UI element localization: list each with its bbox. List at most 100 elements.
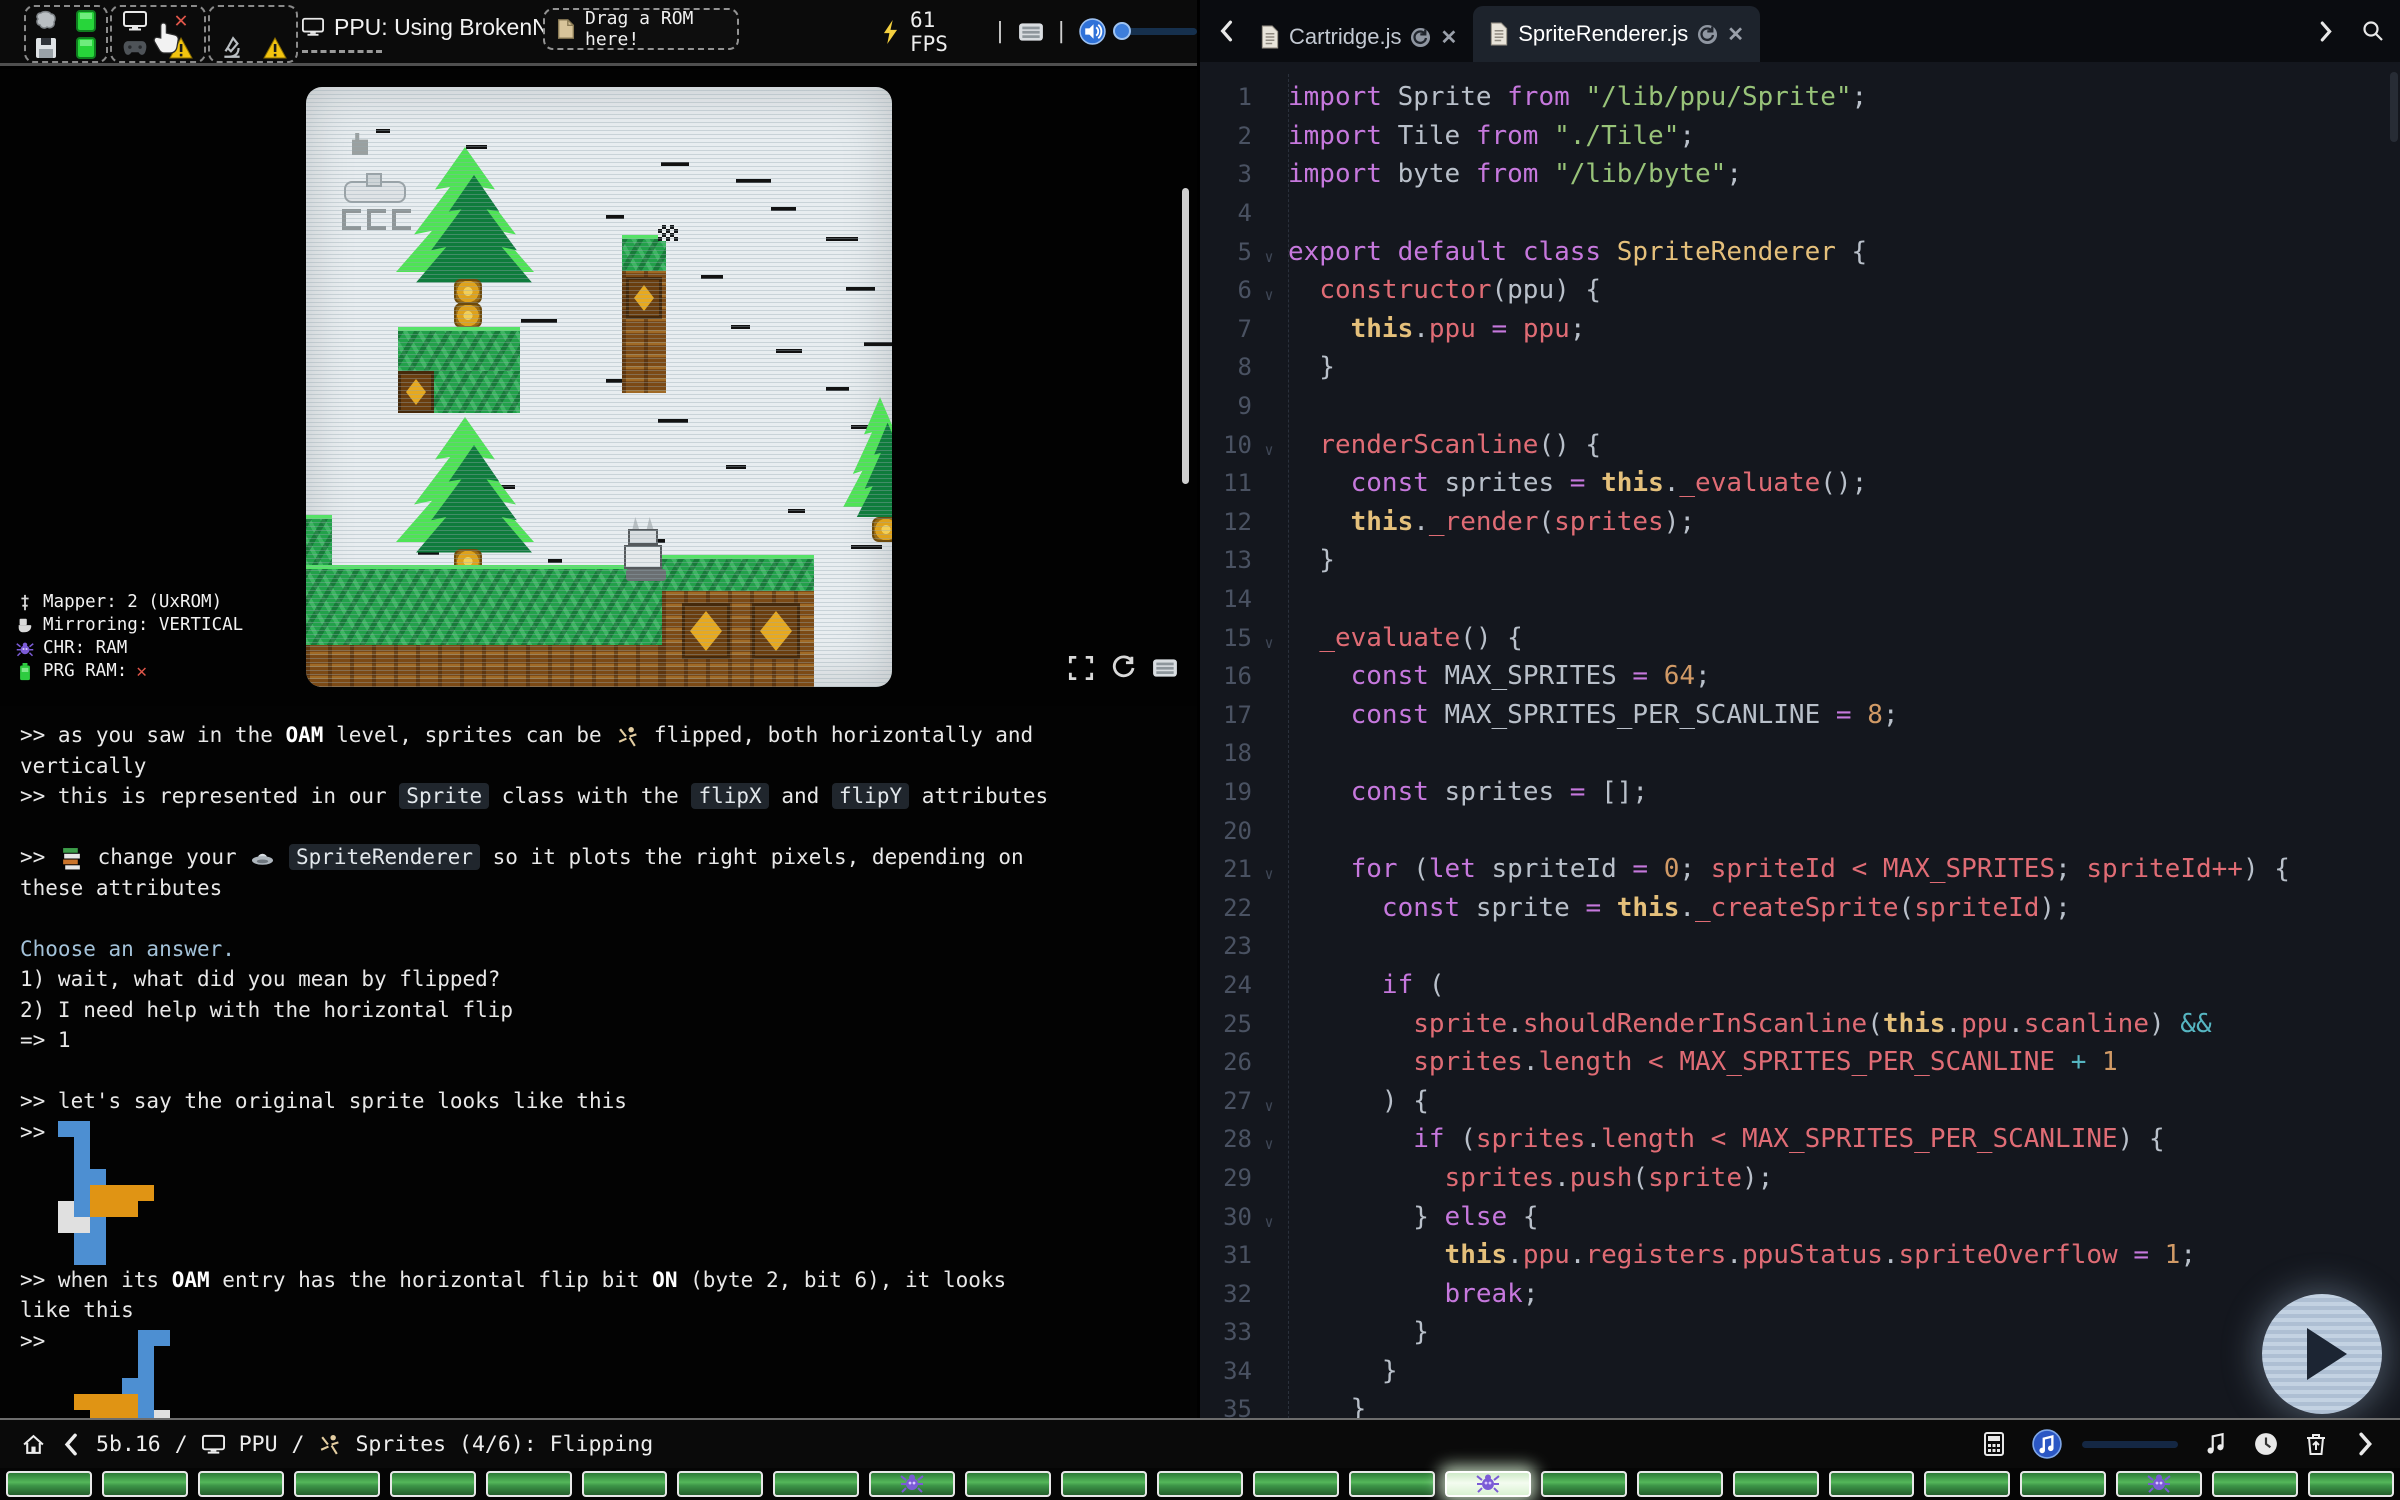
editor-tab-cartridge-js[interactable]: Cartridge.js✕	[1244, 12, 1473, 62]
flip-icon	[318, 1433, 341, 1456]
microscope-icon[interactable]	[220, 36, 244, 60]
progress-segment[interactable]	[1733, 1471, 1819, 1497]
progress-segment[interactable]	[1157, 1471, 1243, 1497]
history-button[interactable]	[2254, 1432, 2278, 1456]
code-line: 23	[1200, 927, 2400, 966]
file-icon	[1260, 25, 1280, 49]
progress-segment[interactable]	[965, 1471, 1051, 1497]
progress-segment[interactable]	[1061, 1471, 1147, 1497]
log-list-icon[interactable]	[1018, 22, 1044, 42]
console-text: entry has the horizontal flip bit	[210, 1268, 653, 1292]
list-icon[interactable]	[1152, 655, 1178, 681]
editor-forward-chevron[interactable]	[2319, 21, 2334, 42]
monitor-icon	[302, 16, 324, 38]
progress-segment[interactable]	[198, 1471, 284, 1497]
editor-tab-spriterenderer-js[interactable]: SpriteRenderer.js✕	[1473, 6, 1760, 62]
close-tab-icon[interactable]: ✕	[1727, 22, 1744, 47]
fold-marker	[1252, 826, 1286, 836]
brain-icon[interactable]	[34, 9, 58, 33]
progress-segment[interactable]	[2116, 1471, 2202, 1497]
progress-segment[interactable]	[2020, 1471, 2106, 1497]
progress-segment[interactable]	[1829, 1471, 1915, 1497]
progress-segment[interactable]	[486, 1471, 572, 1497]
progress-segment[interactable]	[1924, 1471, 2010, 1497]
music-volume-slider[interactable]	[2082, 1441, 2178, 1448]
component-slot-apu[interactable]	[208, 5, 298, 63]
nes-game-screen[interactable]	[306, 87, 892, 687]
progress-segment[interactable]	[1349, 1471, 1435, 1497]
platform-grass	[398, 327, 520, 371]
search-icon[interactable]	[2362, 20, 2384, 42]
expand-button[interactable]	[2354, 1432, 2378, 1456]
fold-marker[interactable]: ∨	[1252, 1125, 1286, 1153]
progress-segment[interactable]	[6, 1471, 92, 1497]
code-text: const sprite = this._createSprite(sprite…	[1286, 893, 2071, 923]
trash-button[interactable]	[2304, 1432, 2328, 1456]
fold-marker	[1252, 1404, 1286, 1414]
fold-marker[interactable]: ∨	[1252, 1203, 1286, 1231]
code-line: 29 sprites.push(sprite);	[1200, 1159, 2400, 1198]
console-text: attributes	[909, 784, 1048, 808]
line-number: 22	[1200, 894, 1252, 922]
fold-marker[interactable]: ∨	[1252, 238, 1286, 266]
mirror-icon	[16, 617, 34, 635]
code-text: }	[1286, 545, 1335, 575]
ground-dirt	[306, 645, 662, 687]
progress-segment[interactable]	[1637, 1471, 1723, 1497]
music-button[interactable]	[2032, 1429, 2062, 1459]
back-button[interactable]	[59, 1433, 82, 1456]
progress-segment[interactable]	[1253, 1471, 1339, 1497]
progress-segment[interactable]	[582, 1471, 668, 1497]
code-area[interactable]: 1import Sprite from "/lib/ppu/Sprite";2i…	[1200, 62, 2400, 1418]
progress-segment[interactable]	[869, 1471, 955, 1497]
close-tab-icon[interactable]: ✕	[1440, 25, 1457, 50]
emulator-panel: Mapper: 2 (UxROM)Mirroring: VERTICALCHR:…	[0, 69, 1197, 706]
progress-segment[interactable]	[102, 1471, 188, 1497]
editor-scrollbar[interactable]	[2390, 72, 2398, 142]
progress-segment[interactable]	[677, 1471, 763, 1497]
component-slot-cpu[interactable]	[24, 5, 108, 63]
home-button[interactable]	[22, 1433, 45, 1456]
fullscreen-icon[interactable]	[1068, 655, 1094, 681]
line-number: 4	[1200, 199, 1252, 227]
progress-segment[interactable]	[1541, 1471, 1627, 1497]
fold-marker[interactable]: ∨	[1252, 855, 1286, 883]
progress-segment[interactable]	[773, 1471, 859, 1497]
console-line: >> when its OAM entry has the horizontal…	[20, 1265, 1177, 1296]
sync-icon[interactable]	[1410, 27, 1431, 48]
battery-icon	[16, 663, 34, 681]
reload-icon[interactable]	[1110, 655, 1136, 681]
rom-drop-zone[interactable]: Drag a ROM here!	[543, 8, 739, 50]
console-text: like this	[20, 1298, 134, 1322]
progress-segment[interactable]	[390, 1471, 476, 1497]
sync-icon[interactable]	[1697, 24, 1718, 45]
memory-icon[interactable]	[34, 36, 58, 60]
fold-marker[interactable]: ∨	[1252, 1087, 1286, 1115]
code-text: sprite.shouldRenderInScanline(this.ppu.s…	[1286, 1009, 2212, 1039]
volume-slider[interactable]	[1117, 28, 1197, 35]
volume-slider-thumb[interactable]	[1113, 22, 1131, 40]
fold-marker[interactable]: ∨	[1252, 276, 1286, 304]
line-number: 30	[1200, 1203, 1252, 1231]
console-text: OAM	[286, 723, 324, 747]
progress-segment-current[interactable]	[1445, 1471, 1531, 1497]
console-scrollbar[interactable]	[1182, 188, 1189, 484]
glitch-dash	[846, 287, 875, 291]
calculator-button[interactable]	[1982, 1432, 2006, 1456]
run-code-button[interactable]	[2262, 1294, 2382, 1414]
progress-segment[interactable]	[2212, 1471, 2298, 1497]
line-number: 26	[1200, 1048, 1252, 1076]
editor-back-chevron[interactable]	[1218, 20, 1234, 42]
fold-marker[interactable]: ∨	[1252, 624, 1286, 652]
fold-marker	[1252, 671, 1286, 681]
progress-segment[interactable]	[2308, 1471, 2394, 1497]
course-progress-bar[interactable]	[0, 1468, 2400, 1500]
gamepad-icon[interactable]	[123, 36, 147, 60]
volume-icon[interactable]	[1079, 18, 1106, 45]
note-button[interactable]	[2204, 1432, 2228, 1456]
code-line: 26 sprites.length < MAX_SPRITES_PER_SCAN…	[1200, 1043, 2400, 1082]
progress-segment[interactable]	[294, 1471, 380, 1497]
fold-marker[interactable]: ∨	[1252, 431, 1286, 459]
monitor-icon[interactable]	[123, 9, 147, 33]
tutorial-console[interactable]: >> as you saw in the OAM level, sprites …	[0, 706, 1197, 1418]
